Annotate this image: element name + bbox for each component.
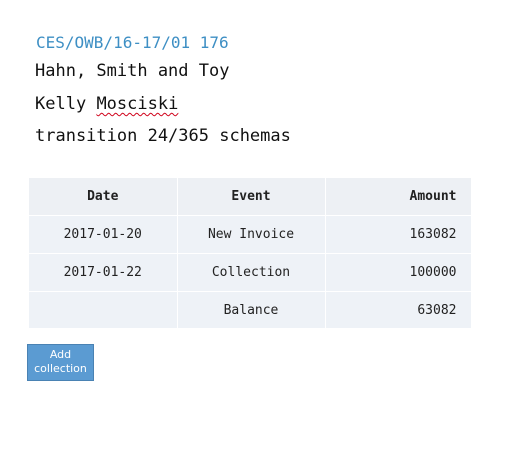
table-row-balance: Balance 63082 [29,291,471,328]
cell-event: Balance [177,291,326,328]
column-header-amount: Amount [325,178,471,216]
cell-event: New Invoice [177,215,326,254]
company-name: Hahn, Smith and Toy [35,61,230,81]
invoice-reference: CES/OWB/16-17/01 176 [36,33,229,52]
add-collection-label-line2: collection [34,362,87,375]
cell-amount: 100000 [325,253,471,292]
contact-name: Kelly Mosciski [35,94,178,114]
cell-date [29,291,178,328]
cell-amount: 63082 [325,291,471,328]
add-collection-button[interactable]: Add collection [27,344,94,381]
cell-amount: 163082 [325,215,471,254]
invoice-subject: transition 24/365 schemas [35,126,291,146]
contact-first-name: Kelly [35,94,87,114]
table-row: 2017-01-22 Collection 100000 [29,253,471,292]
table-row: 2017-01-20 New Invoice 163082 [29,215,471,254]
cell-date: 2017-01-20 [29,215,178,254]
column-header-date: Date [29,178,178,216]
cell-date: 2017-01-22 [29,253,178,292]
cell-event: Collection [177,253,326,292]
column-header-event: Event [177,178,326,216]
ledger-table-container: Date Event Amount 2017-01-20 New Invoice… [29,178,471,328]
add-collection-label-line1: Add [49,348,72,361]
contact-last-name: Mosciski [96,94,179,114]
table-header-row: Date Event Amount [29,178,471,216]
ledger-table: Date Event Amount 2017-01-20 New Invoice… [29,178,471,328]
